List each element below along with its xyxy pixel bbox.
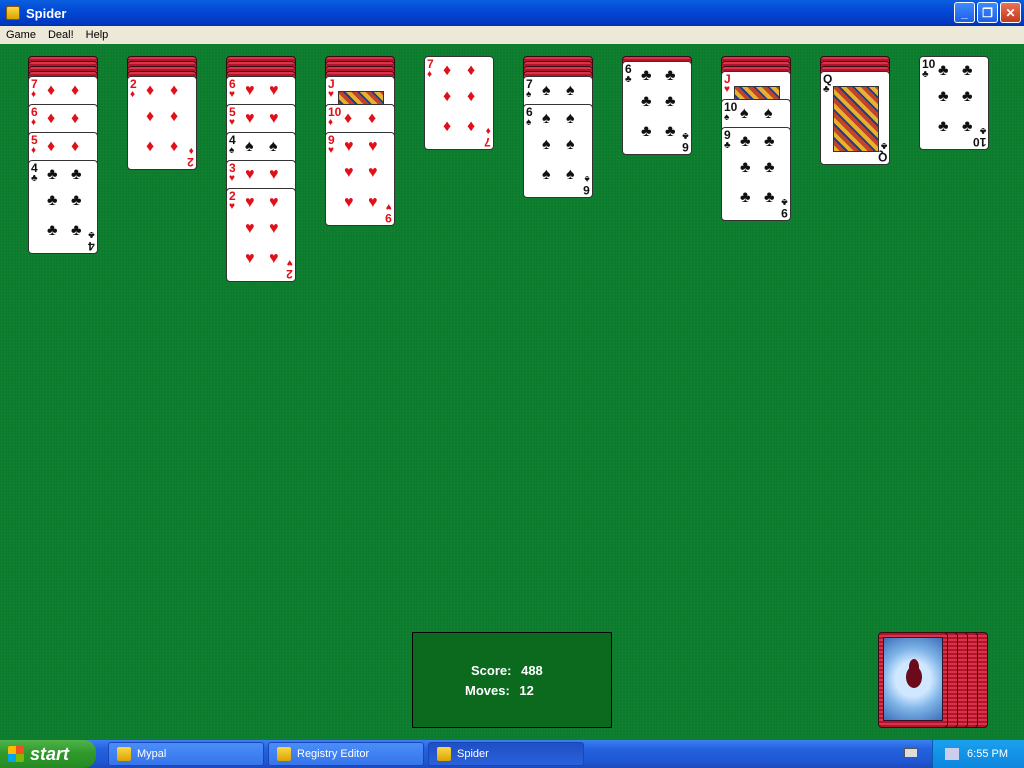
game-table: 7♦♦♦♦♦6♦♦♦♦♦5♦♦♦♦♦4♣♣♣♣♣♣♣4♣2♦♦♦♦♦♦♦2♦6♥…	[0, 44, 1024, 740]
taskbar-item-label: Mypal	[137, 748, 167, 760]
start-label: start	[30, 743, 70, 764]
close-button[interactable]: ✕	[1000, 2, 1021, 23]
card-2-of-hearts[interactable]: 2 ♥ ♥ ♥ ♥ ♥ ♥ ♥ 2 ♥	[226, 188, 296, 282]
title-bar: Spider _ ❐ ✕	[0, 0, 1024, 26]
minimize-button[interactable]: _	[954, 2, 975, 23]
spider-card-art	[883, 637, 943, 721]
taskbar-item-registry-editor[interactable]: Registry Editor	[268, 742, 424, 766]
spider-icon	[437, 747, 451, 761]
taskbar: start Mypal Registry Editor Spider 6:55 …	[0, 740, 1024, 768]
menu-game[interactable]: Game	[0, 29, 42, 41]
card-2-of-diamonds[interactable]: 2 ♦ ♦ ♦ ♦ ♦ ♦ ♦ 2 ♦	[127, 76, 197, 170]
card-10-of-clubs[interactable]: 10 ♣ ♣ ♣ ♣ ♣ ♣ ♣ 10 ♣	[919, 56, 989, 150]
spider-app-icon	[6, 6, 20, 20]
card-9-of-hearts[interactable]: 9 ♥ ♥ ♥ ♥ ♥ ♥ ♥ 9 ♥	[325, 132, 395, 226]
moves-label: Moves:	[465, 683, 510, 698]
windows-logo-icon	[8, 746, 24, 762]
card-6-of-spades[interactable]: 6 ♠ ♠ ♠ ♠ ♠ ♠ ♠ 6 ♠	[523, 104, 593, 198]
network-icon[interactable]	[945, 748, 960, 760]
score-box: Score: 488 Moves: 12	[412, 632, 612, 728]
clock[interactable]: 6:55 PM	[967, 748, 1008, 760]
taskbar-item-label: Spider	[457, 748, 489, 760]
menu-help[interactable]: Help	[80, 29, 115, 41]
registry-icon	[277, 747, 291, 761]
card-queen-of-clubs[interactable]: Q ♣ Q ♣	[820, 71, 890, 165]
keyboard-icon[interactable]	[904, 748, 918, 758]
window-title: Spider	[26, 5, 67, 21]
card-6-of-clubs[interactable]: 6 ♣ ♣ ♣ ♣ ♣ ♣ ♣ 6 ♣	[622, 61, 692, 155]
menu-deal[interactable]: Deal!	[42, 29, 80, 41]
system-tray: 6:55 PM	[932, 740, 1024, 768]
taskbar-item-label: Registry Editor	[297, 748, 370, 760]
mypal-icon	[117, 747, 131, 761]
score-label: Score:	[471, 663, 512, 678]
taskbar-item-spider[interactable]: Spider	[428, 742, 584, 766]
taskbar-item-mypal[interactable]: Mypal	[108, 742, 264, 766]
start-button[interactable]: start	[0, 740, 96, 768]
face-card-art	[833, 86, 879, 152]
maximize-button[interactable]: ❐	[977, 2, 998, 23]
card-4-of-clubs[interactable]: 4 ♣ ♣ ♣ ♣ ♣ ♣ ♣ 4 ♣	[28, 160, 98, 254]
stock-card[interactable]	[878, 632, 948, 728]
card-9-of-clubs[interactable]: 9 ♣ ♣ ♣ ♣ ♣ ♣ ♣ 9 ♣	[721, 127, 791, 221]
card-7-of-diamonds[interactable]: 7 ♦ ♦ ♦ ♦ ♦ ♦ ♦ 7 ♦	[424, 56, 494, 150]
score-value: 488	[521, 663, 543, 678]
menu-bar: Game Deal! Help	[0, 26, 1024, 44]
moves-value: 12	[519, 683, 534, 698]
